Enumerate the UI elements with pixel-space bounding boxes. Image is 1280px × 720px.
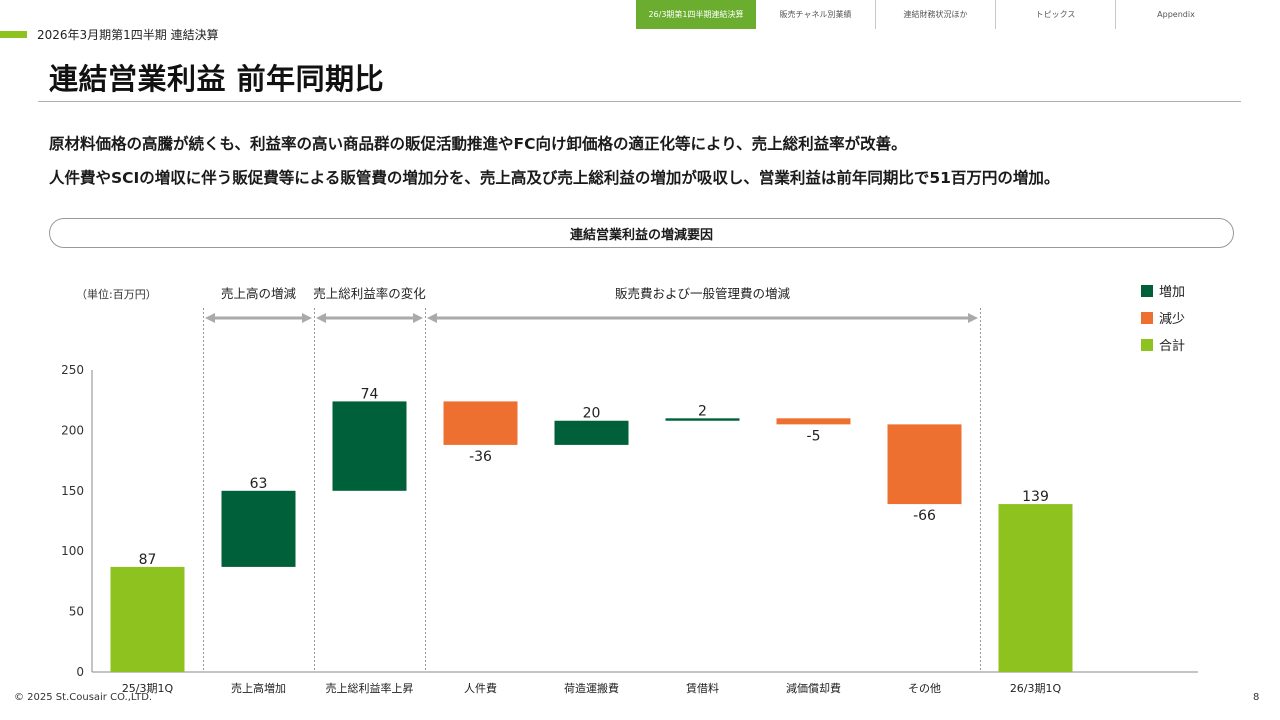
data-label: 20 [583, 406, 601, 422]
group-arrow-head-left [427, 313, 437, 323]
group-label: 売上総利益率の変化 [313, 286, 426, 301]
bar-decrease [887, 424, 962, 505]
bar-total [110, 566, 185, 672]
legend-swatch-increase [1141, 285, 1153, 297]
x-tick-label: 売上総利益率上昇 [326, 681, 414, 695]
legend-label-total: 合計 [1159, 338, 1185, 354]
group-label: 販売費および一般管理費の増減 [615, 286, 791, 301]
copyright: © 2025 St.Cousair CO.,LTD. [14, 692, 153, 703]
bar-total [998, 504, 1073, 672]
bar-decrease [776, 418, 851, 425]
x-tick-label: 26/3期1Q [1010, 682, 1062, 695]
bar-decrease [443, 401, 518, 445]
data-label: 2 [698, 403, 707, 419]
data-label: 87 [139, 552, 157, 568]
y-tick-label: 250 [61, 363, 84, 377]
data-label: 139 [1022, 489, 1049, 505]
x-tick-label: 減価償却費 [786, 681, 841, 695]
y-tick-label: 100 [61, 544, 84, 558]
group-arrow-head-right [413, 313, 423, 323]
x-tick-label: その他 [908, 682, 941, 695]
group-label: 売上高の増減 [221, 286, 297, 301]
page-number: 8 [1253, 692, 1260, 703]
x-tick-label: 荷造運搬費 [564, 681, 619, 695]
x-tick-label: 売上高増加 [231, 681, 286, 695]
y-tick-label: 200 [61, 423, 84, 437]
data-label: -5 [807, 428, 821, 444]
data-label: -66 [913, 508, 936, 524]
data-label: 63 [250, 476, 268, 492]
y-tick-label: 0 [76, 665, 84, 679]
y-tick-label: 50 [69, 605, 84, 619]
unit-label: （単位:百万円） [76, 287, 157, 301]
data-label: -36 [469, 449, 492, 465]
bar-increase [332, 401, 407, 491]
data-label: 74 [361, 386, 379, 402]
y-tick-label: 150 [61, 484, 84, 498]
legend-label-decrease: 減少 [1159, 311, 1185, 327]
bar-increase [221, 490, 296, 567]
legend-label-increase: 増加 [1159, 285, 1185, 300]
group-arrow-head-right [302, 313, 312, 323]
group-arrow-head-left [316, 313, 326, 323]
waterfall-chart: 0 50 100 150 200 250 （単位:百万円） 売上高の増減 売上総利益率の変化 販売… [61, 285, 1198, 695]
bar-increase [554, 420, 629, 445]
group-arrow-head-right [968, 313, 978, 323]
x-tick-label: 賃借料 [686, 681, 719, 695]
legend-swatch-total [1141, 339, 1153, 351]
group-arrow-head-left [205, 313, 215, 323]
legend-swatch-decrease [1141, 312, 1153, 324]
x-tick-label: 人件費 [464, 681, 497, 695]
